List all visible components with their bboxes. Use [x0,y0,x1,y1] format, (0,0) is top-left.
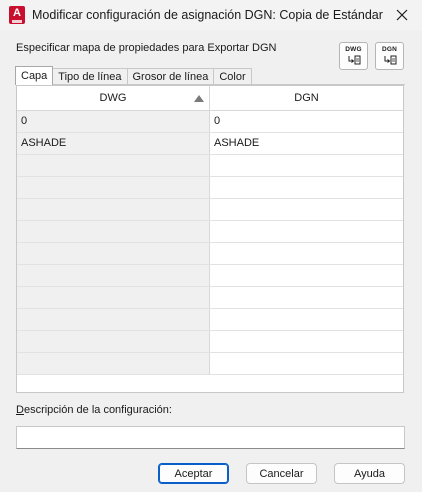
accept-button[interactable]: Aceptar [158,463,229,484]
tab-capa[interactable]: Capa [15,66,54,85]
dgn-mapping-label: DGN [381,46,398,53]
cell-dwg-layer[interactable] [17,309,210,330]
column-header-dgn-label: DGN [294,92,319,104]
title-bar: A Modificar configuración de asignación … [0,0,422,30]
help-button[interactable]: Ayuda [334,463,405,484]
table-row[interactable] [17,199,403,221]
cell-dgn-layer[interactable] [210,199,403,220]
cell-dgn-layer[interactable] [210,309,403,330]
close-button[interactable] [382,0,422,30]
column-header-dwg-label: DWG [99,92,127,104]
description-label-text: escripción de la configuración: [23,404,172,416]
dwg-mapping-label: DWG [345,46,362,53]
cell-dwg-layer[interactable] [17,287,210,308]
cell-dwg-layer[interactable] [17,199,210,220]
cell-dwg-layer[interactable] [17,155,210,176]
description-field[interactable] [16,426,405,449]
cell-dgn-layer[interactable] [210,331,403,352]
cell-dgn-layer[interactable] [210,177,403,198]
layer-mapping-grid: DWG DGN 0 0 ASHADE ASHADE [16,85,404,393]
description-label-accesskey: D [16,404,24,416]
table-row[interactable] [17,309,403,331]
grid-header: DWG DGN [17,86,403,111]
column-header-dgn[interactable]: DGN [210,86,403,111]
dwg-to-dgn-mapping-icon [348,55,360,65]
cell-dgn-layer[interactable]: ASHADE [210,133,403,154]
mapping-heading: Especificar mapa de propiedades para Exp… [16,42,277,54]
cell-dwg-layer[interactable] [17,221,210,242]
table-row[interactable] [17,155,403,177]
table-row[interactable]: 00 [17,111,403,133]
column-header-dwg[interactable]: DWG [17,86,210,111]
grid-body: 0 0 ASHADE ASHADE [17,111,403,375]
table-row[interactable] [17,353,403,375]
table-row[interactable] [17,177,403,199]
table-row[interactable] [17,221,403,243]
cancel-button[interactable]: Cancelar [246,463,317,484]
sort-ascending-icon [194,95,204,102]
window-title: Modificar configuración de asignación DG… [32,8,383,22]
close-icon [396,9,408,21]
cell-dwg-layer[interactable] [17,243,210,264]
cell-dwg-layer[interactable] [17,331,210,352]
table-row[interactable]: ASHADE ASHADE [17,133,403,155]
cell-dwg-layer[interactable]: 0 [17,111,210,132]
cell-dwg-layer[interactable] [17,265,210,286]
table-row[interactable] [17,287,403,309]
autocad-app-icon: A [9,6,25,24]
cell-dwg-layer[interactable]: ASHADE [17,133,210,154]
cell-dgn-layer[interactable] [210,353,403,374]
table-row[interactable] [17,265,403,287]
table-row[interactable] [17,243,403,265]
tab-color[interactable]: Color [213,68,252,85]
cell-dgn-layer[interactable] [210,221,403,242]
description-label: Descripción de la configuración: [16,404,172,416]
dgn-to-dwg-mapping-icon [384,55,396,65]
cell-dgn-layer[interactable] [210,155,403,176]
tab-grosor-de-linea[interactable]: Grosor de línea [126,68,215,85]
dwg-mapping-button[interactable]: DWG [339,42,368,70]
cell-dwg-layer[interactable] [17,353,210,374]
cell-dgn-layer[interactable] [210,265,403,286]
dgn-mapping-button[interactable]: DGN [375,42,404,70]
property-tabs: Capa Tipo de línea Grosor de línea Color [15,66,252,85]
cell-dgn-layer[interactable] [210,243,403,264]
tab-tipo-de-linea[interactable]: Tipo de línea [52,68,128,85]
cell-dwg-layer[interactable] [17,177,210,198]
app-icon-letter: A [13,7,21,19]
cell-dgn-layer[interactable]: 0 [210,111,403,132]
table-row[interactable] [17,331,403,353]
cell-dgn-layer[interactable] [210,287,403,308]
